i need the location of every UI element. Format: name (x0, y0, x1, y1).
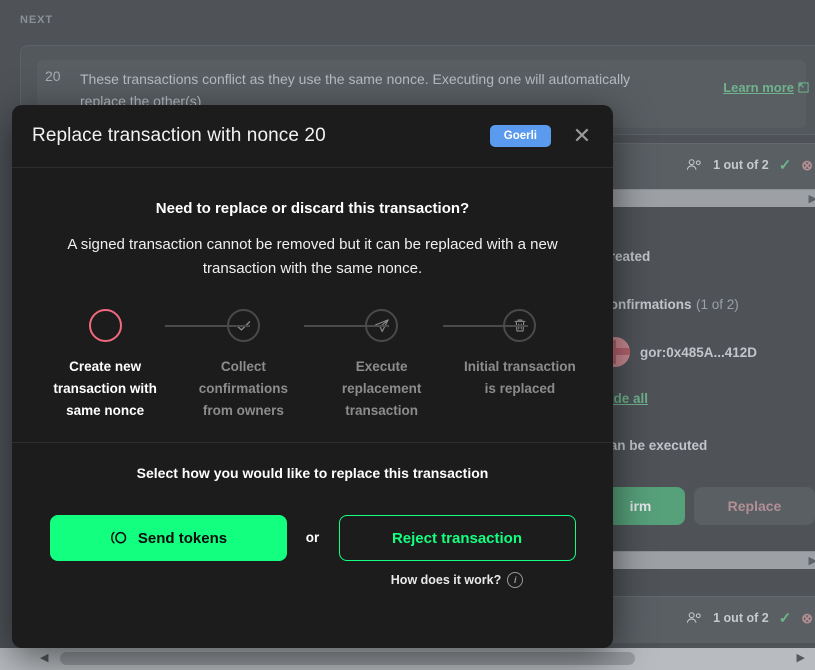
scroll-right-arrow-icon[interactable]: ▶ (809, 554, 815, 567)
footer-prompt: Select how you would like to replace thi… (136, 465, 489, 481)
status-label: Can be executed (600, 438, 708, 453)
confirmations-label: Confirmations (600, 297, 692, 312)
send-tokens-label: Send tokens (137, 529, 228, 547)
info-icon: i (507, 572, 524, 588)
tx-row-1-confirmations: 1 out of 2 (713, 158, 769, 172)
or-separator: or (305, 530, 320, 545)
how-does-it-work-link[interactable]: How does it work? i (390, 572, 524, 588)
detail-owner: gor:0x485A...412D (600, 337, 815, 367)
banner-nonce: 20 (45, 68, 61, 84)
learn-more-label: Learn more (723, 80, 794, 95)
step-initial-transaction-replaced: Initial transaction is replaced (451, 309, 589, 400)
owner-address: gor:0x485A...412D (640, 344, 758, 360)
modal-header: Replace transaction with nonce 20 Goerli… (12, 105, 613, 168)
modal-body: Need to replace or discard this transact… (12, 168, 613, 443)
check-icon: ✓ (778, 157, 792, 174)
step-2-label: Collect confirmations from owners (198, 359, 288, 418)
footer-actions: Send tokens or Reject transaction How do… (36, 515, 589, 588)
step-1-label: Create new transaction with same nonce (53, 359, 157, 418)
external-link-icon (798, 82, 809, 93)
tx-row-1-meta: 1 out of 2 ✓ ⊗ (686, 156, 813, 174)
tx-row-2-meta: 1 out of 2 ✓ ⊗ (686, 609, 813, 627)
stepper-track-2 (304, 325, 389, 327)
hide-all-link[interactable]: Hide all (600, 390, 815, 408)
how-does-it-work-label: How does it work? (390, 573, 502, 587)
stepper-track-3 (443, 325, 528, 327)
detail-created: Created (600, 248, 815, 266)
confirm-button-label: irm (629, 498, 652, 514)
modal-heading: Need to replace or discard this transact… (155, 200, 470, 217)
confirmations-count: (1 of 2) (695, 297, 739, 312)
replace-button[interactable]: Replace (694, 487, 815, 525)
owners-icon (686, 611, 703, 625)
send-tokens-button[interactable]: Send tokens (49, 515, 287, 561)
step-3-label: Execute replacement transaction (341, 359, 422, 418)
token-coin-icon (109, 530, 129, 546)
replacement-stepper: Create new transaction with same nonce C… (36, 309, 589, 422)
step-create-new-transaction: Create new transaction with same nonce (36, 309, 174, 422)
detail-status: Can be executed (600, 437, 815, 455)
reject-transaction-button[interactable]: Reject transaction (338, 515, 576, 561)
tx-row-2-confirmations: 1 out of 2 (713, 611, 769, 625)
modal-title: Replace transaction with nonce 20 (32, 125, 326, 146)
cancel-circle-icon[interactable]: ⊗ (801, 157, 813, 174)
replace-transaction-modal: Replace transaction with nonce 20 Goerli… (12, 105, 613, 648)
reject-column: Reject transaction How does it work? i (338, 515, 576, 588)
check-icon: ✓ (778, 610, 792, 627)
stepper-track-1 (165, 325, 250, 327)
cancel-circle-icon[interactable]: ⊗ (801, 610, 813, 627)
detail-confirmations: Confirmations (1 of 2) (600, 296, 815, 314)
scroll-right-arrow-icon[interactable]: ▶ (809, 192, 815, 205)
step-4-label: Initial transaction is replaced (463, 359, 576, 396)
empty-circle-icon (88, 309, 122, 342)
owners-icon (686, 158, 703, 172)
window-scrollbar-thumb[interactable] (60, 652, 635, 665)
modal-footer: Select how you would like to replace thi… (12, 443, 613, 612)
next-section-label: NEXT (20, 14, 53, 26)
learn-more-link[interactable]: Learn more (723, 80, 809, 95)
scroll-right-arrow-icon[interactable]: ▶ (797, 651, 805, 664)
network-chip: Goerli (489, 125, 551, 147)
replace-button-label: Replace (727, 498, 782, 514)
modal-description: A signed transaction cannot be removed b… (67, 236, 558, 277)
scroll-left-arrow-icon[interactable]: ◀ (40, 651, 48, 664)
window-scrollbar[interactable]: ◀ ▶ (0, 648, 815, 670)
close-icon[interactable]: ✕ (569, 123, 595, 149)
